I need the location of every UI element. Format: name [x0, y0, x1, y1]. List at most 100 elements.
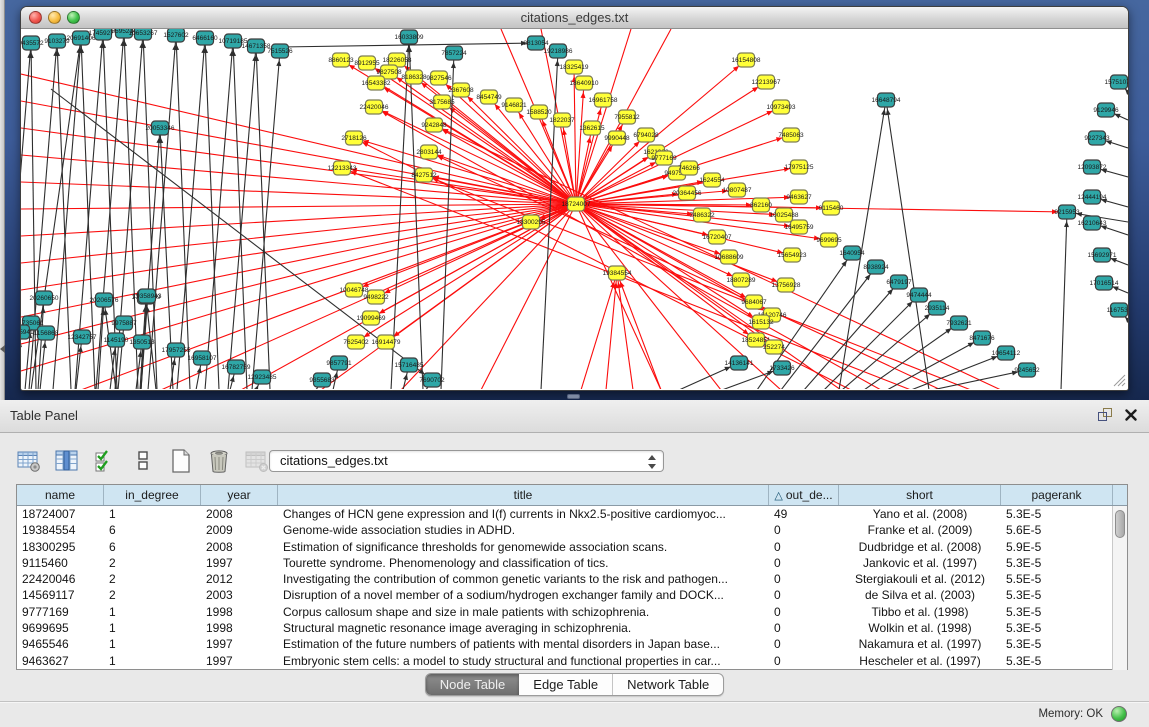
table-row[interactable]: 911546021997Tourette syndrome. Phenomeno… [17, 555, 1113, 571]
new-table-icon[interactable] [168, 448, 194, 474]
edge-arrowhead [312, 388, 317, 389]
table-body: 1872400712008Changes of HCN gene express… [17, 506, 1113, 669]
column-header-name[interactable]: name [17, 485, 104, 505]
table-row[interactable]: 946362711997Embryonic stem cells: a mode… [17, 653, 1113, 669]
graph-edge[interactable] [228, 46, 256, 389]
cell: Embryonic stem cells: a model to study s… [278, 653, 769, 669]
graph-node-label: 19384554 [603, 270, 632, 277]
graph-edge[interactable] [233, 41, 247, 389]
column-header-title[interactable]: title [278, 485, 769, 505]
cell: Dudbridge et al. (2008) [839, 539, 1001, 555]
graph-node-label: 1733426 [769, 365, 795, 372]
graph-node-label: 16914479 [372, 339, 401, 346]
cell: 6 [104, 522, 201, 538]
graph-edge[interactable] [839, 100, 886, 389]
graph-node-label: 8471676 [969, 335, 995, 342]
edge-arrowhead [881, 109, 886, 115]
column-visibility-icon[interactable] [54, 448, 80, 474]
graph-node-label: 9684067 [741, 299, 767, 306]
network-canvas[interactable]: 1872400794355729103279206914061745927785… [21, 29, 1128, 389]
table-row[interactable]: 969969511998Structural magnetic resonanc… [17, 620, 1113, 636]
scrollbar-thumb[interactable] [1115, 510, 1125, 538]
table-row[interactable]: 977716911998Corpus callosum shape and si… [17, 604, 1113, 620]
close-panel-icon[interactable] [1125, 409, 1137, 421]
cell: 9777169 [17, 604, 104, 620]
graph-node-label: 18325419 [560, 64, 589, 71]
column-header-pagerank[interactable]: pagerank [1001, 485, 1113, 505]
citation-network-graph[interactable]: 1872400794355729103279206914061745927785… [21, 29, 1128, 389]
graph-edge[interactable] [481, 204, 576, 389]
network-window: citations_edges.txt 18724007943557291032… [20, 6, 1129, 391]
graph-edge[interactable] [401, 204, 576, 389]
resize-grip-icon[interactable] [1114, 375, 1125, 386]
graph-node-label: 10653267 [129, 30, 158, 37]
window-titlebar[interactable]: citations_edges.txt [21, 7, 1128, 29]
graph-edge[interactable] [386, 204, 576, 342]
cell: 18300295 [17, 539, 104, 555]
zoom-button[interactable] [67, 11, 80, 24]
graph-edge[interactable] [1061, 212, 1067, 389]
table-selector-dropdown[interactable]: citations_edges.txt [269, 450, 664, 472]
table-row[interactable]: 1938455462009Genome-wide association stu… [17, 522, 1113, 538]
delete-table-icon[interactable] [206, 448, 232, 474]
graph-node-label: 7625402 [343, 339, 369, 346]
tab-network-table[interactable]: Network Table [613, 674, 723, 695]
import-table-disabled-icon[interactable] [244, 448, 270, 474]
table-selector-value: citations_edges.txt [280, 453, 388, 468]
float-panel-icon[interactable] [1098, 408, 1113, 421]
graph-edge[interactable] [177, 38, 205, 389]
column-header-short[interactable]: short [839, 485, 1001, 505]
graph-edge[interactable] [205, 38, 219, 389]
graph-node-label: 8912955 [354, 60, 380, 67]
graph-node-label: 20053346 [146, 125, 175, 132]
close-button[interactable] [29, 11, 42, 24]
table-row[interactable]: 1456911722003Disruption of a novel membe… [17, 587, 1113, 603]
panel-collapse-icon[interactable] [0, 345, 5, 353]
column-header-out_de[interactable]: △out_de... [769, 485, 839, 505]
table-row[interactable]: 1830029562008Estimation of significance … [17, 539, 1113, 555]
graph-node-label: 18226058 [383, 57, 412, 64]
column-header-in_degree[interactable]: in_degree [104, 485, 201, 505]
cell: Nakamura et al. (1997) [839, 636, 1001, 652]
graph-node-label: 16720407 [703, 234, 732, 241]
tab-edge-table[interactable]: Edge Table [519, 674, 613, 695]
graph-edge[interactable] [21, 204, 576, 344]
graph-node-label: 3175685 [429, 99, 455, 106]
graph-node-label: 1350513 [129, 339, 155, 346]
graph-edge[interactable] [617, 273, 633, 389]
graph-edge[interactable] [576, 100, 603, 204]
graph-edge[interactable] [886, 100, 929, 389]
column-header-year[interactable]: year [201, 485, 278, 505]
graph-edge[interactable] [367, 63, 576, 204]
graph-edge[interactable] [21, 204, 576, 290]
graph-edge[interactable] [205, 41, 233, 389]
table-row[interactable]: 1872400712008Changes of HCN gene express… [17, 506, 1113, 522]
edge-arrowhead [1125, 89, 1128, 95]
table-row[interactable]: 946554611997Estimation of the future num… [17, 636, 1113, 652]
graph-node-label: 9463627 [786, 194, 812, 201]
row-check-icon[interactable] [92, 448, 118, 474]
graph-node-label: 252274 [763, 344, 785, 351]
table-settings-icon[interactable] [16, 448, 42, 474]
graph-node-label: 9474444 [906, 292, 932, 299]
tab-node-table[interactable]: Node Table [426, 674, 520, 695]
status-bar: Memory: OK [0, 701, 1149, 727]
table-row[interactable]: 2242004622012Investigating the contribut… [17, 571, 1113, 587]
graph-edge[interactable] [256, 46, 270, 389]
graph-edge[interactable] [911, 353, 1006, 389]
graph-edge[interactable] [21, 204, 576, 263]
panel-splitter-handle[interactable] [567, 394, 580, 399]
minimize-button[interactable] [48, 11, 61, 24]
graph-edge[interactable] [148, 35, 176, 389]
memory-status-indicator-icon [1111, 706, 1127, 722]
table-scrollbar[interactable] [1112, 506, 1127, 670]
merge-rows-icon[interactable] [130, 448, 156, 474]
cell: 9115460 [17, 555, 104, 571]
graph-edge[interactable] [354, 204, 576, 290]
table-header-row: namein_degreeyeartitle△out_de...shortpag… [17, 485, 1127, 506]
cell: 6 [104, 539, 201, 555]
graph-node-label: 16210643 [1078, 220, 1107, 227]
graph-node-label: 19099469 [357, 315, 386, 322]
graph-node-label: 1145190 [104, 337, 129, 344]
graph-edge[interactable] [176, 35, 190, 389]
